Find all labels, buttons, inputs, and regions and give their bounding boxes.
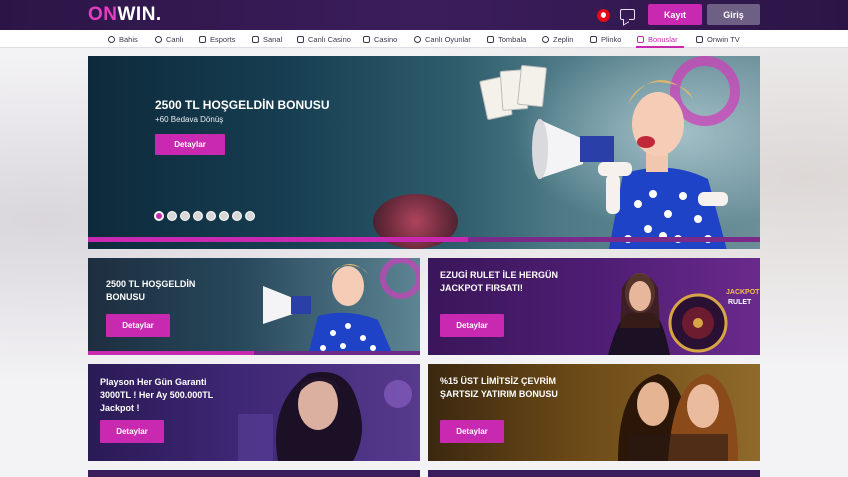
nav-item-sanal[interactable]: Sanal — [252, 30, 282, 48]
promo-title-line: Playson Her Gün Garanti — [100, 377, 207, 387]
promo-details-button[interactable]: Detaylar — [100, 420, 164, 443]
promo-title: Playson Her Gün Garanti 3000TL ! Her Ay … — [100, 376, 270, 415]
promo-title-line: %15 ÜST LİMİTSİZ ÇEVRİM — [440, 376, 557, 386]
live-games-icon — [414, 35, 421, 43]
woman-face — [632, 92, 684, 156]
promo-card-ezugi-roulette[interactable]: JACKPOT RULET EZUGİ RULET İLE HERGÜN JAC… — [428, 258, 760, 355]
carousel-dots — [154, 211, 255, 221]
soccer-ball-icon — [108, 35, 115, 43]
promo-card-welcome-bonus[interactable]: 2500 TL HOŞGELDİN BONUSU Detaylar — [88, 258, 420, 355]
nav-label: Canlı Casino — [308, 34, 351, 44]
nav-label: Canlı Oyunlar — [425, 34, 471, 44]
promo-card-partial[interactable] — [88, 470, 420, 477]
nav-label: Casino — [374, 34, 398, 44]
triangle-icon — [590, 35, 597, 43]
promo-title: %15 ÜST LİMİTSİZ ÇEVRİM ŞARTSIZ YATIRIM … — [440, 375, 620, 401]
nav-item-casino[interactable]: Casino — [363, 30, 397, 48]
carousel-dot[interactable] — [232, 211, 242, 221]
gamepad-icon — [199, 35, 206, 43]
nav-item-canli[interactable]: Canlı — [155, 30, 184, 48]
casino-chip-icon — [297, 35, 304, 43]
promo-title-line: ŞARTSIZ YATIRIM BONUSU — [440, 389, 558, 399]
virtual-icon — [252, 35, 259, 43]
nav-label: Esports — [210, 34, 236, 44]
nav-label: Onwin TV — [707, 34, 740, 44]
nav-item-plinko[interactable]: Plinko — [590, 30, 621, 48]
top-header: ONWIN. Kayıt Giriş — [0, 0, 848, 30]
promo-title-line: JACKPOT FIRSATI! — [440, 283, 523, 293]
carousel-dot[interactable] — [193, 211, 203, 221]
promo-card-partial[interactable] — [428, 470, 760, 477]
nav-item-tombala[interactable]: Tombala — [487, 30, 526, 48]
active-nav-indicator — [636, 46, 684, 48]
promo-title: 2500 TL HOŞGELDİN BONUSU — [106, 278, 266, 304]
hero-banner[interactable]: 2500 TL HOŞGELDİN BONUSU +60 Bedava Dönü… — [88, 56, 760, 249]
logo-on-text: ON — [88, 4, 118, 25]
promo-card-deposit-bonus[interactable]: %15 ÜST LİMİTSİZ ÇEVRİM ŞARTSIZ YATIRIM … — [428, 364, 760, 461]
promo-two-women-image — [618, 374, 738, 461]
svg-text:RULET: RULET — [728, 299, 752, 306]
promo-title-line: EZUGİ RULET İLE HERGÜN — [440, 270, 559, 280]
promo-details-button[interactable]: Detaylar — [440, 420, 504, 443]
nav-label: Canlı — [166, 34, 184, 44]
hero-subtitle: +60 Bedava Dönüş — [155, 115, 224, 124]
carousel-dot[interactable] — [206, 211, 216, 221]
hero-woman-megaphone-image — [532, 80, 728, 249]
megaphone-body — [580, 136, 614, 162]
hero-details-button[interactable]: Detaylar — [155, 134, 225, 155]
logo-win-text: WIN. — [117, 4, 162, 25]
megaphone-icon — [637, 35, 644, 43]
nav-label: Sanal — [263, 34, 283, 44]
svg-text:JACKPOT: JACKPOT — [726, 289, 760, 296]
main-nav: Bahis Canlı Esports Sanal Canlı Casino C… — [0, 30, 848, 48]
promo-strip-fill — [88, 351, 254, 355]
onwin-logo[interactable]: ONWIN. — [88, 4, 162, 26]
carousel-dot[interactable] — [167, 211, 177, 221]
promo-card-playson[interactable]: Playson Her Gün Garanti 3000TL ! Her Ay … — [88, 364, 420, 461]
zeppelin-icon — [542, 35, 549, 43]
login-button[interactable]: Giriş — [707, 4, 760, 25]
nav-item-esports[interactable]: Esports — [199, 30, 235, 48]
nav-label: Tombala — [498, 34, 527, 44]
carousel-dot[interactable] — [245, 211, 255, 221]
carousel-dot[interactable] — [219, 211, 229, 221]
nav-label: Plinko — [601, 34, 622, 44]
chat-icon[interactable] — [620, 9, 635, 20]
turkish-flag-icon[interactable] — [597, 9, 610, 22]
promo-details-button[interactable]: Detaylar — [440, 314, 504, 337]
promo-title-line: 2500 TL HOŞGELDİN — [106, 279, 196, 289]
promo-title-line: 3000TL ! Her Ay 500.000TL — [100, 390, 214, 400]
hero-progress-fill — [88, 237, 468, 242]
nav-item-onwin-tv[interactable]: Onwin TV — [696, 30, 740, 48]
nav-item-canli-casino[interactable]: Canlı Casino — [297, 30, 351, 48]
slot-icon — [363, 35, 370, 43]
live-icon — [155, 35, 162, 43]
register-button[interactable]: Kayıt — [648, 4, 702, 25]
hero-title: 2500 TL HOŞGELDİN BONUSU — [155, 98, 330, 112]
nav-item-canli-oyunlar[interactable]: Canlı Oyunlar — [414, 30, 471, 48]
nav-label: Zeplin — [553, 34, 574, 44]
nav-label: Bonuslar — [648, 34, 678, 44]
promo-title-line: BONUSU — [106, 292, 146, 302]
carousel-dot[interactable] — [154, 211, 164, 221]
nav-item-zeplin[interactable]: Zeplin — [542, 30, 573, 48]
promo-details-button[interactable]: Detaylar — [106, 314, 170, 337]
carousel-dot[interactable] — [180, 211, 190, 221]
megaphone-mouth — [532, 119, 548, 179]
nav-label: Bahis — [119, 34, 138, 44]
promo-title-line: Jackpot ! — [100, 403, 140, 413]
bingo-icon — [487, 35, 494, 43]
tv-icon — [696, 35, 703, 43]
nav-item-bahis[interactable]: Bahis — [108, 30, 138, 48]
promo-woman-megaphone-image — [263, 258, 420, 355]
promo-title: EZUGİ RULET İLE HERGÜN JACKPOT FIRSATI! — [440, 269, 620, 295]
